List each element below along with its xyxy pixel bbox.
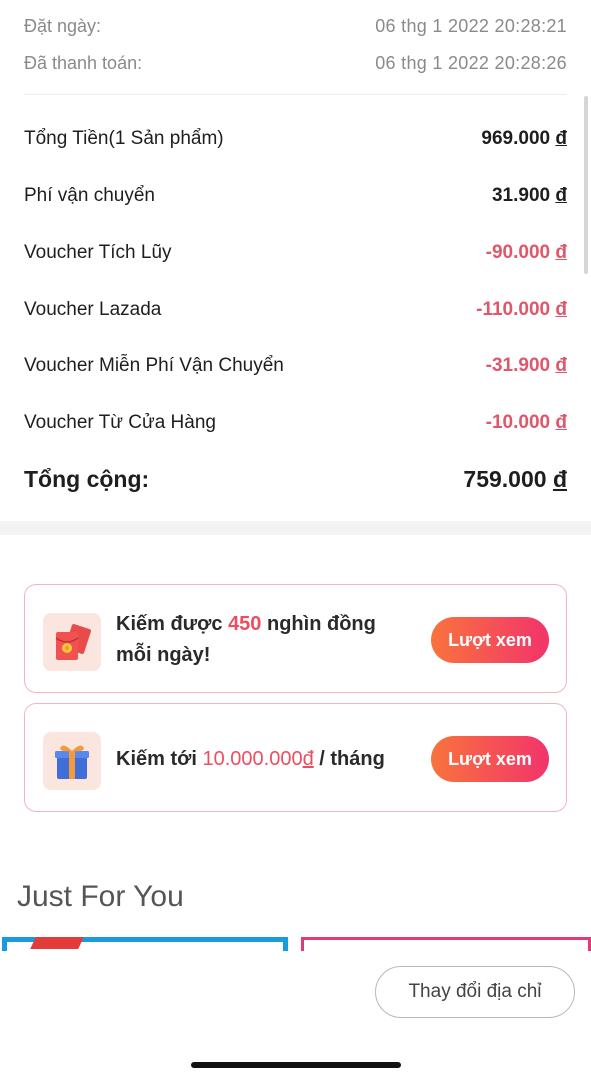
summary-label: Tổng Tiền(1 Sản phẩm) bbox=[24, 128, 224, 149]
promo-text: Kiếm được 450 nghìn đồng mỗi ngày! bbox=[116, 613, 376, 666]
summary-label: Phí vận chuyển bbox=[24, 185, 155, 206]
paid-date-label: Đã thanh toán: bbox=[24, 52, 143, 73]
section-title-just-for-you: Just For You bbox=[17, 880, 184, 913]
summary-row-total: Tổng cộng: 759.000 đ bbox=[24, 464, 567, 494]
summary-amount: -110.000 đ bbox=[476, 299, 567, 320]
summary-row-voucher-shop: Voucher Từ Cửa Hàng -10.000 đ bbox=[24, 408, 567, 438]
change-address-button[interactable]: Thay đổi địa chỉ bbox=[375, 966, 575, 1018]
divider bbox=[24, 94, 567, 95]
paid-date-row: Đã thanh toán: 06 thg 1 2022 20:28:26 bbox=[24, 51, 567, 75]
summary-label: Voucher Từ Cửa Hàng bbox=[24, 412, 216, 433]
summary-row-voucher-lazada: Voucher Lazada -110.000 đ bbox=[24, 295, 567, 325]
ordered-date-value: 06 thg 1 2022 20:28:21 bbox=[375, 15, 567, 36]
view-button[interactable]: Lượt xem bbox=[431, 617, 549, 663]
summary-row-shipping: Phí vận chuyển 31.900 đ bbox=[24, 181, 567, 211]
summary-amount: -31.900 đ bbox=[485, 355, 567, 376]
product-tile[interactable] bbox=[301, 937, 591, 951]
summary-row-subtotal: Tổng Tiền(1 Sản phẩm) 969.000 đ bbox=[24, 124, 567, 154]
flash-tag bbox=[30, 937, 84, 949]
summary-label: Voucher Tích Lũy bbox=[24, 242, 172, 263]
summary-amount: -10.000 đ bbox=[485, 412, 567, 433]
summary-label: Voucher Lazada bbox=[24, 299, 162, 320]
summary-amount: 31.900 đ bbox=[491, 185, 567, 206]
ordered-date-label: Đặt ngày: bbox=[24, 15, 102, 36]
summary-amount: -90.000 đ bbox=[485, 242, 567, 263]
promo-text: Kiếm tới 10.000.000đ / tháng bbox=[116, 748, 385, 770]
total-amount: 759.000 đ bbox=[463, 465, 567, 492]
product-tile[interactable] bbox=[2, 937, 288, 951]
gift-box-icon bbox=[43, 732, 101, 790]
ordered-date-row: Đặt ngày: 06 thg 1 2022 20:28:21 bbox=[24, 14, 567, 38]
total-label: Tổng cộng: bbox=[24, 465, 150, 492]
view-button[interactable]: Lượt xem bbox=[431, 736, 549, 782]
promo-card-daily-earn[interactable]: Kiếm được 450 nghìn đồng mỗi ngày! Lượt … bbox=[24, 584, 567, 693]
summary-label: Voucher Miễn Phí Vận Chuyển bbox=[24, 355, 284, 376]
summary-amount: 969.000 đ bbox=[481, 128, 567, 149]
section-separator bbox=[0, 521, 591, 535]
paid-date-value: 06 thg 1 2022 20:28:26 bbox=[375, 52, 567, 73]
scrollbar[interactable] bbox=[584, 96, 588, 274]
red-envelope-icon bbox=[43, 613, 101, 671]
home-indicator[interactable] bbox=[191, 1062, 401, 1068]
summary-row-voucher-free-shipping: Voucher Miễn Phí Vận Chuyển -31.900 đ bbox=[24, 351, 567, 381]
promo-card-monthly-earn[interactable]: Kiếm tới 10.000.000đ / tháng Lượt xem bbox=[24, 703, 567, 812]
summary-row-voucher-accumulated: Voucher Tích Lũy -90.000 đ bbox=[24, 238, 567, 268]
